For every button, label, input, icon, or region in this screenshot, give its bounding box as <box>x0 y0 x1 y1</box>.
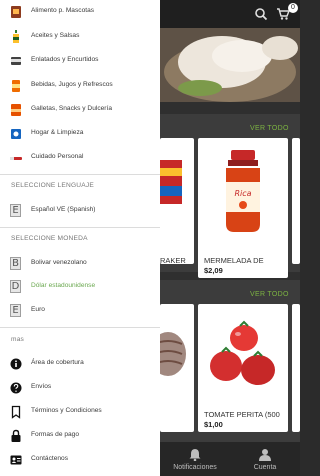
canned-food-icon <box>11 57 21 65</box>
cleaning-icon <box>11 129 21 139</box>
product-card-partial[interactable] <box>292 304 300 432</box>
chicken-image <box>160 28 300 102</box>
oil-bottle-icon <box>13 30 19 43</box>
letter-b-icon: B <box>10 257 21 270</box>
tomato-image <box>210 320 275 385</box>
drawer-item-label: Enlatados y Encurtidos <box>31 56 99 63</box>
drawer-item-pet-food[interactable]: Alimento p. Mascotas <box>0 0 160 24</box>
drawer-item-label: Envíos <box>31 383 52 390</box>
currency-option-euro[interactable]: E Euro <box>0 299 160 323</box>
letter-e-icon: E <box>10 204 21 217</box>
drawer-item-label: Términos y Condiciones <box>31 407 102 414</box>
language-section-title: SELECCIONE LENGUAJE <box>11 182 94 189</box>
currency-option-label-selected: Dólar estadounidense <box>31 282 96 289</box>
drawer-item-contact[interactable]: Contáctenos <box>0 448 160 472</box>
drawer-item-label: Galletas, Snacks y Dulcería <box>31 105 112 112</box>
see-all-link[interactable]: VER TODO <box>250 291 289 298</box>
drawer-item-oils[interactable]: Aceites y Salsas <box>0 25 160 49</box>
pet-food-icon <box>11 6 21 18</box>
see-all-link[interactable]: VER TODO <box>250 125 289 132</box>
bottom-navigation: Notificaciones Cuenta <box>160 442 300 476</box>
lock-icon <box>11 429 21 442</box>
drawer-item-label: Formas de pago <box>31 431 80 438</box>
drawer-item-snacks[interactable]: Galletas, Snacks y Dulcería <box>0 98 160 122</box>
nav-account-label: Cuenta <box>253 464 277 471</box>
letter-d-icon: D <box>10 280 21 293</box>
product-image: Rica <box>226 150 260 232</box>
language-option-spanish[interactable]: E Español VE (Spanish) <box>0 199 160 223</box>
drawer-item-label: Alimento p. Mascotas <box>31 7 95 14</box>
divider <box>0 327 160 328</box>
currency-section-title: SELECCIONE MONEDA <box>11 235 88 242</box>
product-card[interactable]: Rica MERMELADA DE $2,09 <box>198 138 288 278</box>
product-section-1: VER TODO RAKER Rica MERMELADA DE $2,09 <box>160 114 300 278</box>
currency-option-dollar[interactable]: D Dólar estadounidense <box>0 275 160 299</box>
product-card-partial[interactable] <box>292 138 300 264</box>
navigation-drawer: Alimento p. Mascotas Aceites y Salsas En… <box>0 0 160 476</box>
divider <box>0 227 160 228</box>
currency-option-label: Bolivar venezolano <box>31 259 87 266</box>
product-image <box>160 160 182 204</box>
nav-account[interactable]: Cuenta <box>230 442 300 476</box>
bookmark-icon <box>11 405 21 419</box>
bell-icon <box>189 449 201 461</box>
promo-banner[interactable] <box>160 28 300 102</box>
drawer-item-label: Área de cobertura <box>31 359 84 366</box>
product-image <box>160 332 186 376</box>
product-name: TOMATE PERITA (500 <box>204 410 280 419</box>
person-icon <box>259 449 271 461</box>
drawer-item-label: Aceites y Salsas <box>31 32 80 39</box>
more-section-title: mas <box>11 336 25 343</box>
product-price: $2,09 <box>204 266 223 275</box>
nav-notifications-label: Notificaciones <box>173 464 217 471</box>
drawer-item-label: Bebidas, Jugos y Refrescos <box>31 81 113 88</box>
nav-notifications[interactable]: Notificaciones <box>160 442 230 476</box>
product-card[interactable] <box>160 304 194 432</box>
product-card[interactable]: RAKER <box>160 138 194 264</box>
help-icon <box>10 382 22 394</box>
language-option-label: Español VE (Spanish) <box>31 206 96 213</box>
drawer-item-coverage-area[interactable]: Área de cobertura <box>0 352 160 376</box>
product-name: MERMELADA DE <box>204 256 264 265</box>
product-card[interactable]: TOMATE PERITA (500 $1,00 <box>198 304 288 432</box>
contact-card-icon <box>10 455 22 465</box>
drawer-item-label: Contáctenos <box>31 455 69 462</box>
drawer-item-home-cleaning[interactable]: Hogar & Limpieza <box>0 122 160 146</box>
drawer-item-payment-methods[interactable]: Formas de pago <box>0 424 160 448</box>
drawer-item-canned[interactable]: Enlatados y Encurtidos <box>0 49 160 73</box>
drawer-item-terms[interactable]: Términos y Condiciones <box>0 400 160 424</box>
search-icon[interactable] <box>254 7 268 21</box>
beverage-icon <box>12 80 20 92</box>
product-section-2: VER TODO TOMATE PERITA (500 $1,00 <box>160 280 300 442</box>
divider <box>0 174 160 175</box>
letter-e-icon: E <box>10 304 21 317</box>
currency-option-bolivar[interactable]: B Bolivar venezolano <box>0 252 160 276</box>
drawer-item-beverages[interactable]: Bebidas, Jugos y Refrescos <box>0 74 160 98</box>
product-price: $1,00 <box>204 420 223 429</box>
currency-option-label: Euro <box>31 306 45 313</box>
svg-text:Rica: Rica <box>234 189 251 198</box>
drawer-item-shipping[interactable]: Envíos <box>0 376 160 400</box>
drawer-item-label: Cuidado Personal <box>31 153 84 160</box>
personal-care-icon <box>10 157 22 160</box>
drawer-item-label: Hogar & Limpieza <box>31 129 84 136</box>
product-name: RAKER <box>160 256 186 264</box>
cart-count-badge: 0 <box>288 3 298 13</box>
snacks-icon <box>11 104 21 116</box>
drawer-item-personal-care[interactable]: Cuidado Personal <box>0 146 160 170</box>
info-icon <box>10 358 22 370</box>
